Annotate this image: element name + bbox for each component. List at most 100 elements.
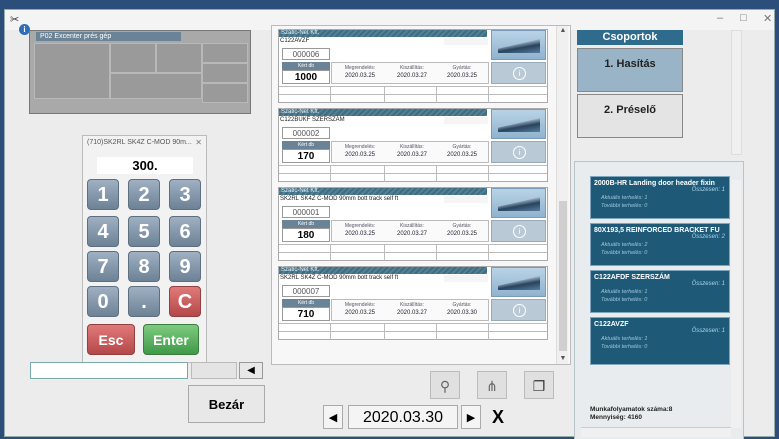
machine-cell xyxy=(202,43,248,63)
groups-title: Csoportok xyxy=(577,30,683,45)
workflow-card[interactable]: C122AVZF Összesen: 1 Aktuális terhelés: 1 T… xyxy=(590,317,730,365)
order-qty[interactable]: 170 xyxy=(282,149,330,163)
maximize-button[interactable]: □ xyxy=(740,12,747,24)
order-product: SK2RL SK4Z C-MOD 90mm bott track self ft xyxy=(280,275,399,281)
order-date-label: Megrendelés: xyxy=(344,302,376,308)
workflow-card[interactable]: 2000B-HR Landing door header fixin Összes… xyxy=(590,176,730,219)
copy-icon[interactable]: ❐ xyxy=(524,371,554,399)
date-display[interactable]: 2020.03.30 xyxy=(348,405,458,429)
order-date: 2020.03.25 xyxy=(344,310,376,316)
app-window: ✂ – □ ✕ i P02 Excenter prés gép (710)SK2… xyxy=(4,9,775,439)
production-date-label: Gyártás: xyxy=(452,65,472,71)
search-icon[interactable]: ⚲ xyxy=(430,371,460,399)
order-product-box xyxy=(444,275,488,282)
machine-cell xyxy=(202,83,248,103)
production-date: 2020.03.25 xyxy=(446,73,478,79)
order-number: 000002 xyxy=(282,127,330,139)
workflow-hscrollbar[interactable] xyxy=(581,427,731,437)
order-date: 2020.03.25 xyxy=(344,231,376,237)
order-qty[interactable]: 180 xyxy=(282,228,330,242)
key-clear[interactable]: C xyxy=(169,286,201,317)
order-card[interactable]: Szatic-Net Kft. C122BUKF SZERSZÁM 000002 Ké… xyxy=(278,108,548,182)
key-5[interactable]: 5 xyxy=(128,216,160,247)
workflow-panel: 2000B-HR Landing door header fixin Összes… xyxy=(574,161,744,439)
order-info-button[interactable]: i xyxy=(491,141,546,163)
prev-date-button[interactable]: ◀ xyxy=(323,405,343,429)
key-7[interactable]: 7 xyxy=(87,251,119,282)
close-window-button[interactable]: ✕ xyxy=(763,12,772,25)
workflow-card[interactable]: 80X193,5 REINFORCED BRACKET FU Összesen: … xyxy=(590,223,730,266)
tool-image[interactable] xyxy=(491,30,546,60)
close-button[interactable]: Bezár xyxy=(188,385,265,423)
key-1[interactable]: 1 xyxy=(87,179,119,210)
esc-button[interactable]: Esc xyxy=(87,324,135,355)
key-8[interactable]: 8 xyxy=(128,251,160,282)
tool-image[interactable] xyxy=(491,188,546,218)
machine-cell xyxy=(202,63,248,83)
order-product-box xyxy=(444,38,488,45)
order-info-button[interactable]: i xyxy=(491,62,546,84)
key-6[interactable]: 6 xyxy=(169,216,201,247)
order-number: 000007 xyxy=(282,285,330,297)
order-number: 000001 xyxy=(282,206,330,218)
workflow-current-load: Aktuális terhelés: 1 xyxy=(601,195,648,201)
workflow-next-load: További terhelés: 0 xyxy=(601,344,648,350)
ship-date: 2020.03.27 xyxy=(396,73,428,79)
order-qty-label: Kért db xyxy=(282,299,330,307)
order-company: Szatic-Net Kft. xyxy=(279,188,487,195)
workflow-next-load: További terhelés: 0 xyxy=(601,250,648,256)
tool-image[interactable] xyxy=(491,109,546,139)
order-qty-label: Kért db xyxy=(282,141,330,149)
next-date-button[interactable]: ▶ xyxy=(461,405,481,429)
key-9[interactable]: 9 xyxy=(169,251,201,282)
order-card[interactable]: Szatic-Net Kft. C122AVZF 000006 Kért db 1000… xyxy=(278,29,548,103)
order-product-box xyxy=(444,196,488,203)
secondary-input[interactable] xyxy=(191,362,237,379)
scroll-up-icon[interactable]: ▲ xyxy=(557,26,569,36)
clear-date-button[interactable]: X xyxy=(485,405,511,429)
back-arrow-button[interactable]: ◀ xyxy=(239,362,263,379)
ship-date: 2020.03.27 xyxy=(396,310,428,316)
ship-date-label: Kiszállítás: xyxy=(400,144,424,150)
order-dates: Megrendelés: 2020.03.25 Kiszállítás: 2020.0… xyxy=(331,141,489,163)
order-qty[interactable]: 1000 xyxy=(282,70,330,84)
order-card[interactable]: Szatic-Net Kft. SK2RL SK4Z C-MOD 90mm bot… xyxy=(278,187,548,261)
order-info-button[interactable]: i xyxy=(491,299,546,321)
enter-button[interactable]: Enter xyxy=(143,324,199,355)
workflow-card[interactable]: C122AFDF SZERSZÁM Összesen: 1 Aktuális ter… xyxy=(590,270,730,313)
order-list-scrollbar[interactable]: ▲ ▼ xyxy=(556,26,568,364)
order-dates: Megrendelés: 2020.03.25 Kiszállítás: 2020.0… xyxy=(331,299,489,321)
machine-panel: P02 Excenter prés gép xyxy=(29,30,251,114)
key-0[interactable]: 0 xyxy=(87,286,119,317)
order-info-button[interactable]: i xyxy=(491,220,546,242)
keypad-close-button[interactable]: ✕ xyxy=(195,138,202,147)
order-date-label: Megrendelés: xyxy=(344,65,376,71)
order-row xyxy=(279,252,547,261)
scroll-down-icon[interactable]: ▼ xyxy=(557,354,569,364)
tool-blade-icon xyxy=(498,276,540,290)
network-icon[interactable]: ⋔ xyxy=(477,371,507,399)
key-2[interactable]: 2 xyxy=(128,179,160,210)
group-hasitas[interactable]: 1. Hasítás xyxy=(577,48,683,92)
minimize-button[interactable]: – xyxy=(717,12,723,24)
workflow-scrollbar[interactable] xyxy=(731,180,741,428)
barcode-input[interactable] xyxy=(30,362,188,379)
group-preselo[interactable]: 2. Préselő xyxy=(577,94,683,138)
key-4[interactable]: 4 xyxy=(87,216,119,247)
key-3[interactable]: 3 xyxy=(169,179,201,210)
machine-title: P02 Excenter prés gép xyxy=(36,32,181,41)
tool-image[interactable] xyxy=(491,267,546,297)
groups-scrollbar[interactable] xyxy=(731,30,742,155)
keypad-display: 300. xyxy=(97,157,193,174)
machine-cell xyxy=(110,43,156,73)
workflow-current-load: Aktuális terhelés: 1 xyxy=(601,289,648,295)
ship-date: 2020.03.27 xyxy=(396,152,428,158)
key-decimal[interactable]: . xyxy=(128,286,160,317)
order-row xyxy=(279,94,547,103)
order-card[interactable]: Szatic-Net Kft. SK2RL SK4Z C-MOD 90mm bot… xyxy=(278,266,548,340)
order-row xyxy=(279,244,547,253)
order-date: 2020.03.25 xyxy=(344,152,376,158)
order-qty[interactable]: 710 xyxy=(282,307,330,321)
scroll-thumb[interactable] xyxy=(559,201,567,351)
production-date: 2020.03.25 xyxy=(446,231,478,237)
